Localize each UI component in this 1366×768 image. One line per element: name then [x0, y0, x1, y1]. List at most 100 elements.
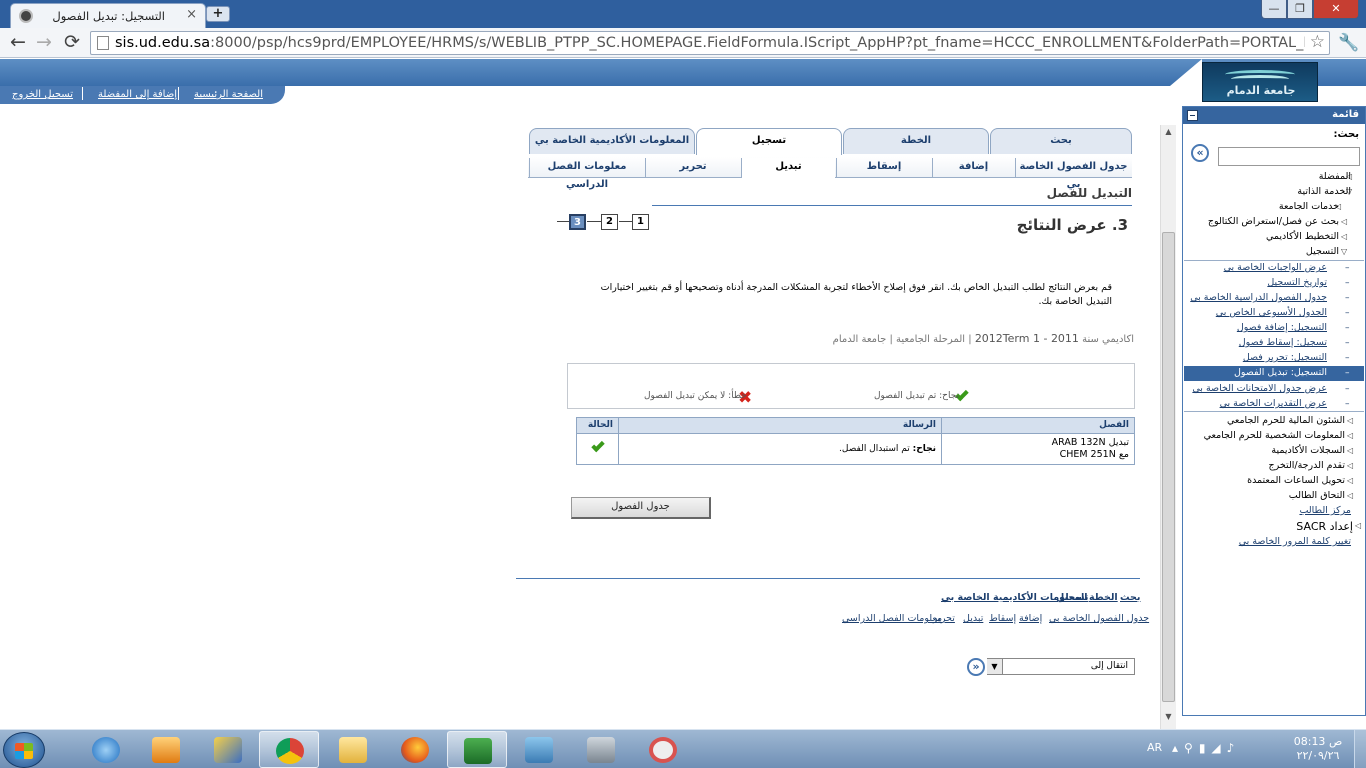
clock-time[interactable]: 08:13 ص: [1290, 735, 1346, 748]
clock-date[interactable]: ٢٢/٠٩/٢٦: [1290, 749, 1346, 762]
menu-sub-exam-schedule[interactable]: عرض جدول الامتحانات الخاصة بي: [1192, 383, 1327, 394]
tab-my-academics[interactable]: المعلومات الأكاديمية الخاصة بي: [529, 128, 695, 154]
menu-item-campus-services[interactable]: خدمات الجامعة: [1279, 201, 1339, 212]
caret-left-icon: ◁: [1347, 476, 1354, 485]
menu-item-class-search[interactable]: بحث عن فصل/استعراض الكتالوج: [1208, 216, 1339, 227]
menu-item-campus-finances[interactable]: الشئون المالية للحرم الجامعي: [1227, 415, 1345, 426]
subtab-drop[interactable]: إسقاط: [836, 158, 931, 178]
menu-sub-my-class-schedule[interactable]: جدول الفصول الدراسية الخاصة بي: [1190, 292, 1327, 303]
new-tab-button[interactable]: +: [206, 6, 230, 22]
page-scrollbar[interactable]: ▲ ▼: [1160, 125, 1176, 729]
excel-icon: [464, 738, 492, 764]
show-desktop-button[interactable]: [1354, 730, 1366, 768]
tab-search[interactable]: بحث: [990, 128, 1132, 154]
scroll-up-icon[interactable]: ▲: [1161, 127, 1176, 136]
taskbar-tools[interactable]: [198, 731, 258, 768]
maximize-button[interactable]: ❐: [1287, 0, 1313, 19]
footer-link-my-class-schedule[interactable]: جدول الفصول الخاصة بي: [1049, 613, 1149, 624]
bullet-dash: –: [1345, 278, 1350, 288]
forward-button[interactable]: →: [32, 32, 56, 54]
close-window-button[interactable]: ✕: [1313, 0, 1359, 19]
url-text[interactable]: sis.ud.edu.sa:8000/psp/hcs9prd/EMPLOYEE/…: [115, 35, 1305, 51]
menu-item-student-admissions[interactable]: التحاق الطالب: [1289, 490, 1345, 501]
menu-sub-enrollment-dates[interactable]: تواريخ التسجيل: [1267, 277, 1327, 288]
address-bar[interactable]: sis.ud.edu.sa:8000/psp/hcs9prd/EMPLOYEE/…: [90, 31, 1330, 55]
results-table: الفصل الرسالة الحالة تبديل ARAB 132N مع …: [576, 417, 1135, 465]
taskbar-ie[interactable]: [76, 731, 136, 768]
page-heading: التبديل للفصل: [1046, 186, 1132, 200]
instructions-text: قم بعرض النتائج لطلب التبديل الخاص بك. ا…: [600, 282, 1112, 307]
back-button[interactable]: ←: [6, 32, 30, 54]
subtab-edit[interactable]: تحرير: [645, 158, 740, 178]
chevron-down-icon[interactable]: ▼: [987, 659, 1003, 674]
menu-item-enrollment[interactable]: التسجيل: [1306, 246, 1339, 257]
taskbar-chrome[interactable]: [259, 731, 319, 768]
browser-tab[interactable]: التسجيل: تبديل الفصول ×: [10, 3, 206, 28]
subtab-term-information[interactable]: معلومات الفصل الدراسي: [529, 158, 644, 190]
media-player-icon: [152, 737, 180, 763]
menu-item-campus-personal-info[interactable]: المعلومات الشخصية للحرم الجامعي: [1204, 430, 1345, 441]
menu-search-go-button[interactable]: «: [1191, 144, 1209, 162]
taskbar-excel[interactable]: [447, 731, 507, 768]
scroll-thumb[interactable]: [1162, 232, 1175, 702]
tab-close-icon[interactable]: ×: [186, 7, 197, 22]
footer-link-plan[interactable]: الخطة: [1089, 592, 1118, 603]
home-link[interactable]: الصفحة الرئيسية: [194, 89, 263, 100]
sign-out-link[interactable]: تسجيل الخروج: [12, 89, 73, 100]
menu-sub-add-classes[interactable]: التسجيل: إضافة فصول: [1237, 322, 1327, 333]
menu-sub-swap-classes[interactable]: التسجيل: تبديل الفصول: [1234, 367, 1327, 378]
menu-sub-my-grades[interactable]: عرض التقديرات الخاصة بي: [1220, 398, 1327, 409]
collapse-icon[interactable]: [1187, 110, 1198, 121]
menu-link-change-password[interactable]: تغيير كلمة المرور الخاصة بي: [1239, 536, 1351, 547]
wrench-menu-icon[interactable]: 🔧: [1338, 33, 1359, 53]
menu-item-self-service[interactable]: الخدمة الذاتية: [1297, 186, 1351, 197]
menu-sub-my-assignments[interactable]: عرض الواجبات الخاصة بي: [1224, 262, 1327, 273]
swap-from-class: ARAB 132N: [1051, 437, 1106, 448]
class-schedule-button[interactable]: جدول الفصول: [571, 497, 711, 519]
menu-sub-drop-classes[interactable]: تسجيل: إسقاط فصول: [1239, 337, 1327, 348]
subtab-add[interactable]: إضافة: [932, 158, 1014, 178]
page-favicon-icon: [19, 9, 33, 23]
header-separator: [178, 87, 179, 100]
caret-left-icon: ◁: [1341, 217, 1348, 226]
menu-item-favorites[interactable]: المفضلة: [1319, 171, 1351, 182]
menu-search-input[interactable]: [1218, 147, 1360, 166]
footer-link-term-information[interactable]: معلومات الفصل الدراسي: [842, 613, 942, 624]
minimize-button[interactable]: —: [1261, 0, 1287, 19]
scroll-down-icon[interactable]: ▼: [1161, 712, 1176, 721]
taskbar-app-2[interactable]: [633, 731, 693, 768]
menu-item-transfer-credit[interactable]: تحويل الساعات المعتمدة: [1247, 475, 1345, 486]
table-cell-message: نجاح: تم استبدال الفصل.: [619, 434, 942, 465]
menu-item-degree-progress[interactable]: تقدم الدرجة/التخرج: [1268, 460, 1345, 471]
footer-link-search[interactable]: بحث: [1120, 592, 1140, 603]
menu-sub-edit-class[interactable]: التسجيل: تحرير فصل: [1243, 352, 1327, 363]
menu-link-student-center[interactable]: مركز الطالب: [1299, 505, 1351, 516]
menu-item-sacr-setup[interactable]: إعداد SACR: [1296, 520, 1353, 533]
footer-link-add[interactable]: إضافة: [1019, 613, 1042, 624]
menu-item-academic-records[interactable]: السجلات الأكاديمية: [1271, 445, 1345, 456]
logo-text: جامعة الدمام: [1226, 84, 1296, 97]
footer-link-drop[interactable]: إسقاط: [989, 613, 1016, 624]
footer-link-my-academics[interactable]: المعلومات الأكاديمية الخاصة بي: [941, 592, 1088, 603]
menu-item-academic-planning[interactable]: التخطيط الأكاديمي: [1266, 231, 1339, 242]
tab-enroll[interactable]: تسجيل: [696, 128, 842, 155]
tray-icons[interactable]: ▴⚲▮◢♪: [1172, 741, 1240, 755]
add-favorite-link[interactable]: إضافة إلى المفضلة: [98, 89, 177, 100]
subtab-my-class-schedule[interactable]: جدول الفصول الخاصة بي: [1015, 158, 1131, 190]
tab-plan[interactable]: الخطة: [843, 128, 989, 154]
taskbar-explorer[interactable]: [323, 731, 383, 768]
language-indicator[interactable]: AR: [1147, 741, 1162, 754]
tools-icon: [214, 737, 242, 763]
subtab-swap[interactable]: تبديل: [741, 158, 835, 178]
reload-button[interactable]: ⟳: [60, 32, 84, 54]
footer-link-swap[interactable]: تبديل: [963, 613, 983, 624]
taskbar-picture-viewer[interactable]: [509, 731, 569, 768]
taskbar-media-player[interactable]: [136, 731, 196, 768]
bookmark-star-icon[interactable]: ☆: [1310, 32, 1325, 52]
taskbar-app[interactable]: [571, 731, 631, 768]
go-arrow-button[interactable]: »: [967, 658, 985, 676]
taskbar-firefox[interactable]: [385, 731, 445, 768]
menu-sub-weekly-schedule[interactable]: الجدول الأسبوعي الخاص بي: [1216, 307, 1327, 318]
goto-select[interactable]: انتقال إلى: [987, 658, 1135, 675]
start-button[interactable]: [3, 732, 45, 768]
